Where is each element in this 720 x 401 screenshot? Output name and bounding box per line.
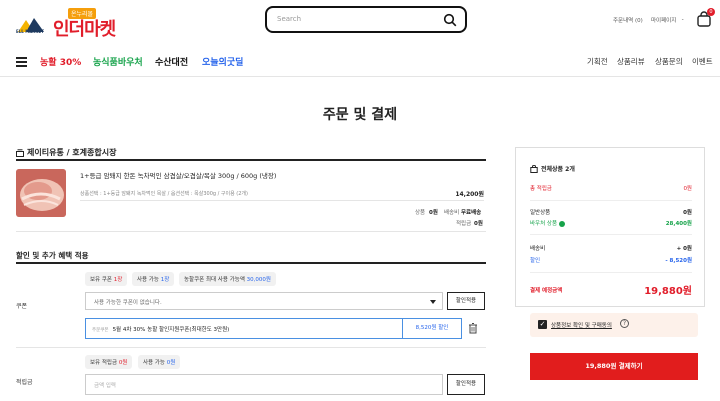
- logo[interactable]: 온누리몰 인더마켓 ELL MARKET: [16, 8, 116, 40]
- voucher-icon: [558, 220, 565, 227]
- apply-coupon-button[interactable]: 할인적용: [447, 292, 485, 310]
- coupon-divider: [16, 347, 486, 348]
- order-summary: 전체상품 2개 총 적립금 0원 일반상품 0원 바우처 상품 28,400원 배송…: [515, 147, 705, 307]
- trash-icon[interactable]: [468, 322, 478, 334]
- product-divider: [80, 200, 484, 201]
- dropdown-caret-icon: [430, 300, 436, 304]
- product-amount-label: 상품: [415, 210, 426, 216]
- points-row-label: 적립금: [16, 379, 33, 386]
- coupon-select-value: 사용 가능한 쿠폰이 없습니다.: [94, 300, 162, 306]
- summary-divider-3: [530, 272, 692, 273]
- applied-coupon-discount: 8,520원 할인: [402, 318, 462, 339]
- seller-divider: [16, 159, 486, 161]
- nav-item-reviews[interactable]: 상품리뷰: [617, 56, 645, 67]
- pork-image-icon: [16, 169, 66, 217]
- bag-icon: [530, 164, 538, 173]
- chip-usable-points: 사용 가능 0원: [138, 355, 181, 369]
- cart-count-badge: 0: [707, 8, 715, 16]
- summary-voucher: 바우처 상품 28,400원: [530, 220, 692, 227]
- product-name[interactable]: 1+등급 암퇘지 한돈 녹차먹인 삼겹살/오겹살/목살 300g / 600g …: [80, 170, 276, 180]
- product-thumbnail[interactable]: [16, 169, 66, 217]
- nav-item-voucher[interactable]: 농식품바우처: [93, 55, 143, 68]
- nav-item-seafood[interactable]: 수산대전: [155, 55, 188, 68]
- logo-name: 인더마켓: [53, 19, 116, 40]
- summary-total-points: 총 적립금 0원: [530, 186, 692, 192]
- nav-item-farm-sale[interactable]: 농활 30%: [40, 55, 81, 68]
- pay-button[interactable]: 19,880원 결제하기: [530, 353, 698, 380]
- search-input[interactable]: Search: [277, 15, 301, 23]
- seller-name: 제이티유통 / 호계종합시장: [27, 148, 117, 157]
- product-option: 상품선택 : 1+등급 암퇘지 녹차먹인 목살 / 옵션선택 : 목살300g …: [80, 191, 248, 197]
- applied-coupon: 주문쿠폰 5월 4차 30% 농할 할인지원쿠폰(최대한도 3만원): [85, 318, 403, 339]
- nav-item-events[interactable]: 이벤트: [692, 56, 713, 67]
- chevron-down-icon: ⌄: [681, 16, 685, 21]
- nav-item-exhibition[interactable]: 기획전: [587, 56, 608, 67]
- store-icon: [16, 148, 24, 157]
- my-page-link[interactable]: 마이페이지: [651, 16, 676, 24]
- product-amount-value: 0원: [429, 210, 438, 216]
- delivery-label: 배송비: [444, 210, 460, 216]
- nav-item-inquiries[interactable]: 상품문의: [655, 56, 683, 67]
- summary-general: 일반상품 0원: [530, 210, 692, 216]
- discount-divider: [16, 262, 486, 264]
- chip-usable-coupons: 사용 가능 1장: [132, 272, 175, 286]
- seller-header: 제이티유통 / 호계종합시장: [16, 147, 116, 158]
- page-title: 주문 및 결제: [322, 107, 398, 123]
- points-label: 적립금: [456, 221, 472, 227]
- search-icon[interactable]: [443, 13, 457, 27]
- summary-final: 결제 예정금액 19,880원: [530, 286, 692, 297]
- summary-discount: 할인 - 8,520원: [530, 258, 692, 264]
- summary-shipping: 배송비 + 0원: [530, 246, 692, 252]
- summary-header: 전체상품 2개: [530, 164, 575, 173]
- purchase-agreement[interactable]: ✓ 상품정보 확인 및 구매동의 ?: [530, 313, 698, 337]
- header-divider: [0, 76, 720, 77]
- chip-owned-coupons: 보유 쿠폰 1장: [85, 272, 128, 286]
- apply-points-button[interactable]: 할인적용: [447, 374, 485, 395]
- product-price: 14,200원: [455, 191, 484, 198]
- help-icon[interactable]: ?: [620, 319, 629, 328]
- nav-item-today-deal[interactable]: 오늘의굿딜: [202, 55, 243, 68]
- section-divider: [16, 231, 486, 232]
- agreement-text[interactable]: 상품정보 확인 및 구매동의: [551, 321, 612, 329]
- checkbox-checked-icon[interactable]: ✓: [538, 320, 547, 329]
- logo-sub: ELL MARKET: [16, 29, 44, 34]
- coupon-select[interactable]: 사용 가능한 쿠폰이 없습니다.: [85, 292, 443, 310]
- delivery-value: 무료배송: [461, 210, 482, 216]
- coupon-label: 쿠폰: [16, 303, 28, 310]
- discount-section-title: 할인 및 추가 혜택 적용: [16, 251, 89, 260]
- points-input[interactable]: 금액 입력: [85, 374, 443, 395]
- order-history-link[interactable]: 주문내역 (0): [613, 16, 643, 24]
- summary-divider: [530, 200, 692, 201]
- chip-owned-points: 보유 적립금 0원: [85, 355, 133, 369]
- summary-divider-2: [530, 234, 692, 235]
- points-value: 0원: [474, 221, 483, 227]
- menu-icon[interactable]: [16, 57, 27, 67]
- chip-max-farm-coupon: 농할쿠폰 최대 사용 가능액 30,000원: [179, 272, 276, 286]
- search-box[interactable]: Search: [265, 6, 467, 33]
